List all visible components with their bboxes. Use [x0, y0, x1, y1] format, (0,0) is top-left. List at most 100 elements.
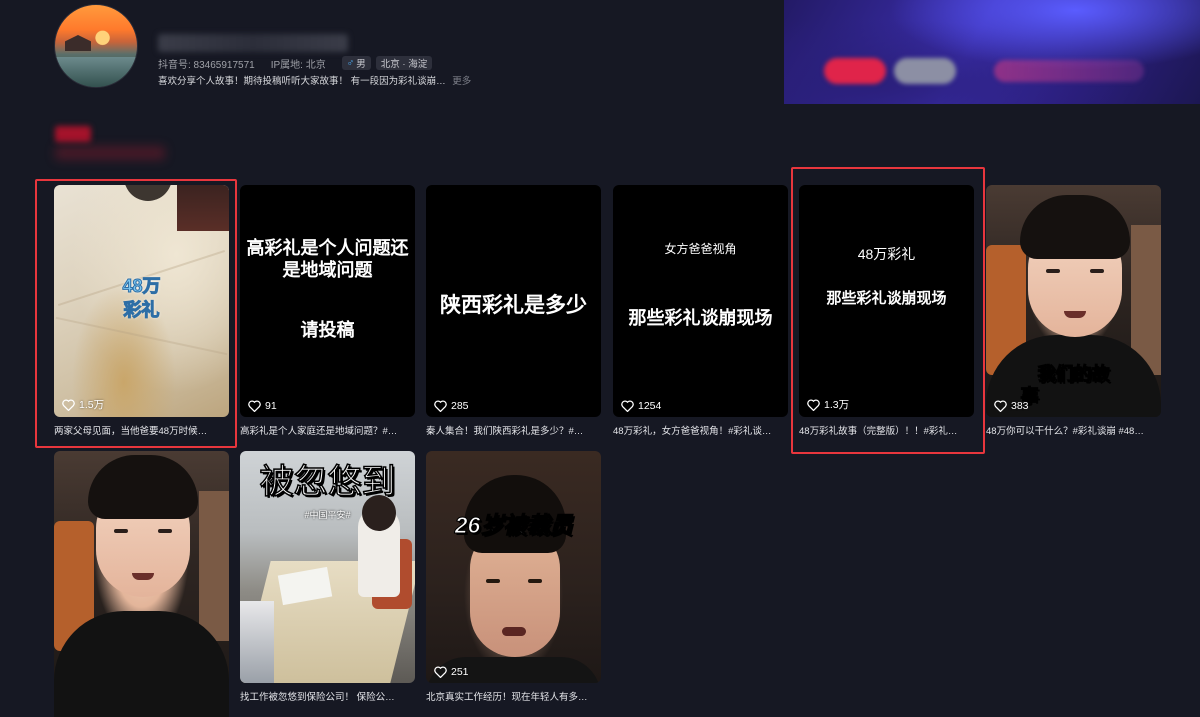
like-count-value: 251 [451, 666, 469, 678]
avatar[interactable] [54, 4, 138, 88]
like-count: 91 [248, 400, 277, 412]
bio-more-link[interactable]: 更多 [452, 76, 471, 87]
eye-shape [1046, 269, 1060, 273]
video-card[interactable]: 被忽悠到 #中国平安# 找工作被忽悠到保险公司！ 保险公… [240, 451, 415, 703]
video-card[interactable]: 高彩礼是个人问题还 是地域问题 请投稿 91 高彩礼是个人家庭还是地域问题？#… [240, 185, 415, 437]
gender-tag: ♂ 男 [341, 56, 371, 70]
video-thumbnail[interactable]: 陕西彩礼是多少 285 [426, 185, 601, 417]
mouth-shape [1064, 311, 1086, 318]
like-count-value: 1254 [638, 400, 662, 412]
like-count-value: 91 [265, 400, 277, 412]
like-count: 251 [434, 666, 469, 678]
avatar-hut [65, 35, 91, 51]
video-caption[interactable]: 48万彩礼，女方爸爸视角！#彩礼谈… [613, 423, 791, 437]
male-icon: ♂ [346, 57, 355, 69]
header-banner-blurred [784, 0, 1200, 104]
tab-underline-blurred [55, 146, 165, 160]
message-button-blurred[interactable] [894, 58, 956, 84]
overlay-title: 被忽悠到 [259, 463, 397, 501]
overlay-title: 那些彩礼谈崩现场 [826, 290, 947, 307]
video-thumbnail[interactable]: 被忽悠到 #中国平安# [240, 451, 415, 683]
heart-icon [62, 398, 75, 411]
video-card[interactable]: 26岁被裁员 251 北京真实工作经历！现在年轻人有多… [426, 451, 601, 703]
like-count: 285 [434, 400, 469, 412]
eye-shape [158, 529, 172, 533]
video-card[interactable]: 我们的故 事 383 48万你可以干什么？#彩礼谈崩 #48… [986, 185, 1161, 437]
floor-line [55, 316, 228, 356]
like-count-value: 383 [1011, 400, 1029, 412]
video-caption[interactable]: 北京真实工作经历！现在年轻人有多… [426, 689, 604, 703]
overlay-title: 26岁被裁员 [454, 512, 573, 538]
video-caption[interactable]: 高彩礼是个人家庭还是地域问题？#… [240, 423, 418, 437]
overlay-title: 彩礼 [123, 300, 160, 320]
heart-icon [434, 400, 447, 412]
video-caption[interactable]: 两家父母见面，当他爸要48万时候… [54, 423, 232, 437]
video-thumbnail[interactable]: 26岁被裁员 251 [426, 451, 601, 683]
overlay-subtitle: 48万彩礼 [857, 246, 916, 262]
video-card[interactable]: 48万彩礼 那些彩礼谈崩现场 1.3万 48万彩礼故事（完整版）！！#彩礼… [799, 185, 974, 437]
video-thumbnail[interactable] [54, 451, 229, 717]
video-caption[interactable]: 48万你可以干什么？#彩礼谈崩 #48… [986, 423, 1158, 437]
bio-text: 喜欢分享个人故事！期待投稿听听大家故事！ 有一段因为彩礼谈崩… [158, 76, 446, 87]
hair-shape [1020, 195, 1130, 259]
overlay-title: 我们的故 [1037, 364, 1110, 384]
overlay-subtitle: 女方爸爸视角 [664, 242, 737, 256]
profile-page: 抖音号: 83465917571 IP属地: 北京 ♂ 男 北京 · 海淀 喜欢… [0, 0, 1200, 717]
bin-shape [124, 185, 172, 201]
heart-icon [807, 398, 820, 411]
profile-meta: 抖音号: 83465917571 IP属地: 北京 ♂ 男 北京 · 海淀 [158, 55, 437, 71]
video-caption[interactable]: 找工作被忽悠到保险公司！ 保险公… [240, 689, 418, 703]
follow-button-blurred[interactable] [824, 58, 886, 84]
tab-works-blurred[interactable] [55, 126, 91, 142]
location-tag: 北京 · 海淀 [375, 56, 433, 70]
ip-location: IP属地: 北京 [270, 59, 326, 71]
video-card[interactable]: 48万 彩礼 1.5万 两家父母见面，当他爸要48万时候… [54, 185, 229, 437]
video-caption[interactable]: 48万彩礼故事（完整版）！！#彩礼… [799, 423, 977, 437]
heart-icon [248, 400, 261, 412]
body-shape [54, 611, 229, 717]
video-thumbnail[interactable]: 高彩礼是个人问题还 是地域问题 请投稿 91 [240, 185, 415, 417]
like-count: 1254 [621, 400, 661, 412]
overlay-title: 48万 [122, 276, 161, 296]
mouth-shape [502, 627, 526, 636]
heart-icon [621, 400, 634, 412]
overlay-hashtag: #中国平安# [304, 510, 351, 520]
video-thumbnail[interactable]: 女方爸爸视角 那些彩礼谈崩现场 1254 [613, 185, 788, 417]
douyin-id: 抖音号: 83465917571 [158, 59, 255, 71]
like-count-value: 1.5万 [79, 399, 105, 411]
heart-icon [434, 666, 447, 678]
video-thumbnail[interactable]: 48万 彩礼 1.5万 [54, 185, 229, 417]
binder-shape [240, 601, 274, 683]
eye-shape [1090, 269, 1104, 273]
video-card[interactable]: 女方爸爸视角 那些彩礼谈崩现场 1254 48万彩礼，女方爸爸视角！#彩礼谈… [613, 185, 788, 437]
door-shape [199, 491, 229, 641]
wall-shape [177, 185, 229, 231]
stats-blurred [994, 60, 1144, 82]
overlay-title: 那些彩礼谈崩现场 [628, 308, 773, 328]
nickname-blurred [158, 34, 348, 52]
eye-shape [114, 529, 128, 533]
overlay-title: 陕西彩礼是多少 [440, 294, 587, 317]
eye-shape [528, 579, 542, 583]
overlay-title: 高彩礼是个人问题还 [246, 238, 409, 258]
heart-icon [994, 400, 1007, 412]
gender-label: 男 [356, 59, 366, 70]
overlay-title: 请投稿 [300, 320, 355, 340]
bio: 喜欢分享个人故事！期待投稿听听大家故事！ 有一段因为彩礼谈崩… 更多 [158, 73, 471, 87]
hair-shape [88, 455, 198, 519]
video-caption[interactable]: 秦人集合！我们陕西彩礼是多少？#… [426, 423, 604, 437]
video-card[interactable]: 陕西彩礼是多少 285 秦人集合！我们陕西彩礼是多少？#… [426, 185, 601, 437]
like-count-value: 285 [451, 400, 469, 412]
video-thumbnail[interactable]: 48万彩礼 那些彩礼谈崩现场 1.3万 [799, 185, 974, 417]
video-thumbnail[interactable]: 我们的故 事 383 [986, 185, 1161, 417]
overlay-title: 是地域问题 [282, 260, 373, 280]
eye-shape [486, 579, 500, 583]
like-count: 1.5万 [62, 397, 104, 412]
like-count-value: 1.3万 [824, 399, 850, 411]
video-card[interactable] [54, 451, 229, 717]
like-count: 383 [994, 400, 1029, 412]
profile-header: 抖音号: 83465917571 IP属地: 北京 ♂ 男 北京 · 海淀 喜欢… [0, 0, 1200, 108]
like-count: 1.3万 [807, 397, 849, 412]
avatar-water [55, 57, 137, 87]
mouth-shape [132, 573, 154, 580]
